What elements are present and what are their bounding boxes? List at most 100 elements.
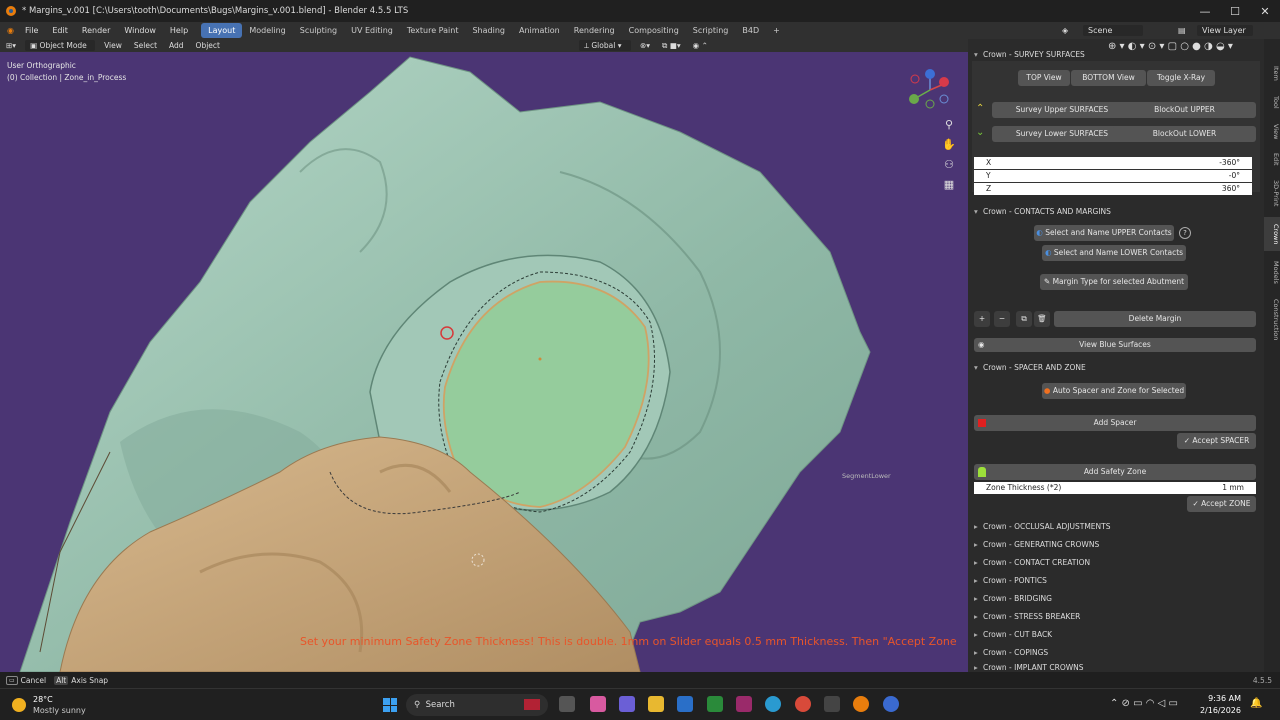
- pivot-icon[interactable]: ⊗▾: [634, 41, 656, 50]
- minimize-button[interactable]: —: [1190, 0, 1220, 22]
- survey-upper-button[interactable]: Survey Upper SURFACES: [992, 102, 1132, 118]
- panel-occlusal[interactable]: Crown - OCCLUSAL ADJUSTMENTS: [971, 520, 1261, 534]
- zoom-icon[interactable]: ⚲: [940, 117, 958, 133]
- proportional-edit-icon[interactable]: ◉ ⌃: [687, 41, 714, 50]
- panel-stress-breaker[interactable]: Crown - STRESS BREAKER: [971, 610, 1261, 624]
- panel-implant-crowns[interactable]: Crown - IMPLANT CROWNS: [971, 664, 1261, 672]
- top-view-button[interactable]: TOP View: [1018, 70, 1070, 86]
- panel-copings[interactable]: Crown - COPINGS: [971, 646, 1261, 660]
- menu-file[interactable]: File: [18, 26, 45, 35]
- close-button[interactable]: ✕: [1250, 0, 1280, 22]
- windows-start-icon[interactable]: [383, 698, 397, 712]
- rotation-x-field[interactable]: X -360°: [974, 157, 1252, 169]
- teams-icon[interactable]: [619, 696, 635, 712]
- grid-icon[interactable]: ▦: [940, 177, 958, 193]
- chrome-icon[interactable]: [795, 696, 811, 712]
- excel-icon[interactable]: [707, 696, 723, 712]
- panel-cut-back[interactable]: Crown - CUT BACK: [971, 628, 1261, 642]
- pan-hand-icon[interactable]: ✋: [940, 137, 958, 153]
- app2-icon[interactable]: [824, 696, 840, 712]
- store-icon[interactable]: [677, 696, 693, 712]
- menu-edit[interactable]: Edit: [45, 26, 75, 35]
- tab-3d-print[interactable]: 3D-Print: [1264, 173, 1280, 213]
- rotation-y-field[interactable]: Y -0°: [974, 170, 1252, 182]
- tab-texture-paint[interactable]: Texture Paint: [400, 23, 466, 38]
- select-upper-contacts-button[interactable]: ◐ Select and Name UPPER Contacts: [1034, 225, 1174, 241]
- blockout-lower-button[interactable]: BlockOut LOWER: [1113, 126, 1256, 142]
- menu-help[interactable]: Help: [163, 26, 195, 35]
- add-spacer-button[interactable]: Add Spacer: [974, 415, 1256, 431]
- tab-shading[interactable]: Shading: [465, 23, 512, 38]
- remove-icon[interactable]: −: [994, 311, 1010, 327]
- 3d-viewport[interactable]: User Orthographic (0) Collection | Zone_…: [0, 52, 968, 672]
- spacer-panel-header[interactable]: Crown - SPACER AND ZONE: [971, 361, 1261, 375]
- zone-thickness-slider[interactable]: Zone Thickness (*2) 1 mm: [974, 482, 1256, 494]
- menu-add[interactable]: Add: [163, 41, 190, 50]
- panel-pontics[interactable]: Crown - PONTICS: [971, 574, 1261, 588]
- survey-panel-header[interactable]: Crown - SURVEY SURFACES: [971, 50, 1261, 60]
- delete-margin-button[interactable]: Delete Margin: [1054, 311, 1256, 327]
- select-lower-contacts-button[interactable]: ◐ Select and Name LOWER Contacts: [1042, 245, 1186, 261]
- bottom-view-button[interactable]: BOTTOM View: [1071, 70, 1146, 86]
- duplicate-icon[interactable]: ⧉: [1016, 311, 1032, 327]
- help-icon[interactable]: ?: [1179, 227, 1191, 239]
- contacts-panel-header[interactable]: Crown - CONTACTS AND MARGINS: [971, 205, 1261, 219]
- tab-crown[interactable]: Crown: [1264, 217, 1280, 251]
- tab-modeling[interactable]: Modeling: [242, 23, 292, 38]
- app-icon[interactable]: [736, 696, 752, 712]
- accept-spacer-button[interactable]: ✓ Accept SPACER: [1177, 433, 1256, 449]
- add-safety-zone-button[interactable]: Add Safety Zone: [974, 464, 1256, 480]
- tab-tool[interactable]: Tool: [1264, 89, 1280, 115]
- survey-lower-button[interactable]: Survey Lower SURFACES: [992, 126, 1132, 142]
- rotation-z-field[interactable]: Z 360°: [974, 183, 1252, 195]
- menu-select[interactable]: Select: [128, 41, 163, 50]
- notification-bell-icon[interactable]: 🔔: [1250, 698, 1262, 709]
- tab-uv-editing[interactable]: UV Editing: [344, 23, 400, 38]
- maximize-button[interactable]: ☐: [1220, 0, 1250, 22]
- margin-type-button[interactable]: ✎ Margin Type for selected Abutment: [1040, 274, 1188, 290]
- tab-edit[interactable]: Edit: [1264, 147, 1280, 171]
- panel-bridging[interactable]: Crown - BRIDGING: [971, 592, 1261, 606]
- menu-view[interactable]: View: [98, 41, 128, 50]
- tab-scripting[interactable]: Scripting: [686, 23, 736, 38]
- tab-sculpting[interactable]: Sculpting: [293, 23, 344, 38]
- menu-object[interactable]: Object: [190, 41, 226, 50]
- tab-compositing[interactable]: Compositing: [622, 23, 686, 38]
- trash-icon[interactable]: 🗑: [1034, 311, 1050, 327]
- view-layer-selector[interactable]: View Layer: [1197, 25, 1253, 36]
- camera-icon[interactable]: ⚇: [940, 157, 958, 173]
- blender-menu-icon[interactable]: ◉: [0, 26, 18, 35]
- tab-rendering[interactable]: Rendering: [567, 23, 622, 38]
- system-tray-icons[interactable]: ⌃ ⊘ ▭ ◠ ◁ ▭: [1110, 698, 1178, 709]
- editor-type-icon[interactable]: ⊞▾: [0, 41, 22, 50]
- tab-view[interactable]: View: [1264, 119, 1280, 145]
- add-workspace-button[interactable]: +: [766, 23, 787, 38]
- app3-icon[interactable]: [883, 696, 899, 712]
- accept-zone-button[interactable]: ✓ Accept ZONE: [1187, 496, 1256, 512]
- auto-spacer-button[interactable]: ● Auto Spacer and Zone for Selected: [1042, 383, 1186, 399]
- blockout-upper-button[interactable]: BlockOut UPPER: [1113, 102, 1256, 118]
- scene-selector[interactable]: Scene: [1083, 25, 1143, 36]
- menu-render[interactable]: Render: [75, 26, 117, 35]
- copilot-icon[interactable]: [590, 696, 606, 712]
- tab-item[interactable]: Item: [1264, 59, 1280, 87]
- edge-icon[interactable]: [765, 696, 781, 712]
- add-icon[interactable]: +: [974, 311, 990, 327]
- panel-generating[interactable]: Crown - GENERATING CROWNS: [971, 538, 1261, 552]
- snap-icon[interactable]: ⧉ ■▾: [656, 41, 687, 51]
- tab-b4d[interactable]: B4D: [735, 23, 766, 38]
- mode-selector[interactable]: ▣ Object Mode ▾: [25, 40, 96, 61]
- toggle-xray-button[interactable]: Toggle X-Ray: [1147, 70, 1215, 86]
- tab-construction[interactable]: Construction: [1264, 293, 1280, 347]
- tab-animation[interactable]: Animation: [512, 23, 567, 38]
- tab-layout[interactable]: Layout: [201, 23, 243, 38]
- file-explorer-icon[interactable]: [648, 696, 664, 712]
- panel-contact-creation[interactable]: Crown - CONTACT CREATION: [971, 556, 1261, 570]
- blender-taskbar-icon[interactable]: [853, 696, 869, 712]
- menu-window[interactable]: Window: [117, 26, 163, 35]
- view-blue-surfaces-button[interactable]: ◉ View Blue Surfaces: [974, 338, 1256, 352]
- taskbar-search[interactable]: ⚲ Search: [406, 694, 548, 716]
- transform-orientation-selector[interactable]: ⟂ Global ▾: [578, 40, 631, 51]
- task-view-icon[interactable]: [559, 696, 575, 712]
- tab-models[interactable]: Models: [1264, 255, 1280, 289]
